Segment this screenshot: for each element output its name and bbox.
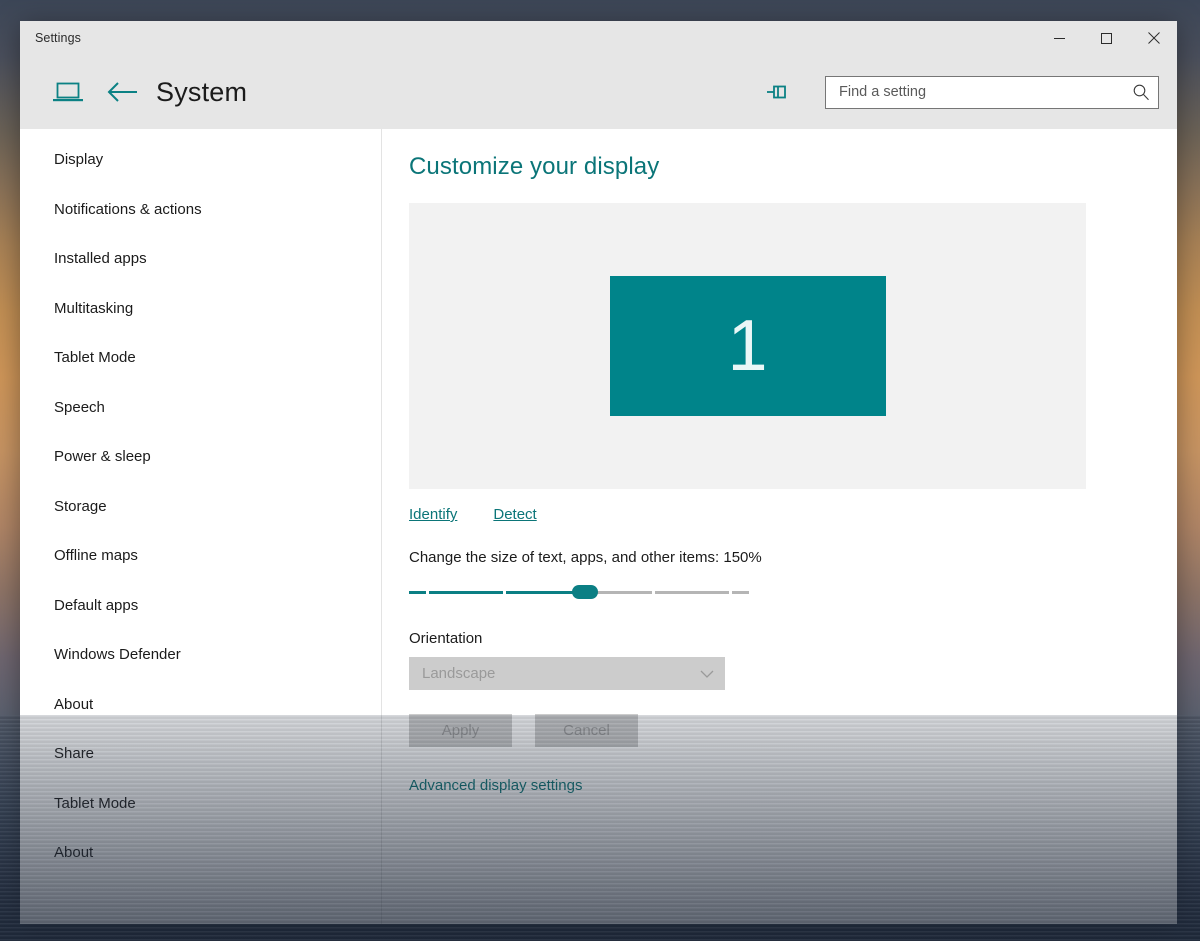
- sidebar-item-power-sleep[interactable]: Power & sleep: [20, 432, 381, 482]
- sidebar-item-label: Share: [54, 745, 95, 763]
- page-header: System: [20, 55, 1177, 129]
- minimize-button[interactable]: [1036, 21, 1083, 55]
- sidebar-item-label: About: [54, 695, 94, 713]
- header-right-group: [765, 75, 1159, 109]
- sidebar-item-label: Display: [54, 151, 104, 169]
- settings-window: Settings System Find a setting Display N…: [20, 21, 1177, 924]
- laptop-icon: [52, 80, 84, 104]
- sidebar-item-label: Tablet Mode: [54, 794, 136, 812]
- window-controls: [1036, 21, 1177, 55]
- sidebar-item-label: About: [54, 844, 94, 862]
- chevron-down-icon: [699, 668, 715, 680]
- maximize-button[interactable]: [1083, 21, 1130, 55]
- sidebar-item-label: Installed apps: [54, 250, 147, 268]
- orientation-label: Orientation: [409, 630, 483, 647]
- sidebar-item-windows-defender[interactable]: Windows Defender: [20, 630, 381, 680]
- sidebar-item-about[interactable]: About: [20, 680, 381, 730]
- sidebar-item-about-2[interactable]: About: [20, 828, 381, 878]
- window-titlebar: Settings: [20, 21, 1177, 55]
- scaling-label: Change the size of text, apps, and other…: [409, 549, 762, 566]
- orientation-value: Landscape: [422, 665, 496, 682]
- monitor-preview-area: 1: [409, 203, 1086, 489]
- sidebar-item-installed-apps[interactable]: Installed apps: [20, 234, 381, 284]
- pin-icon[interactable]: [765, 82, 789, 102]
- sidebar-item-label: Windows Defender: [54, 646, 181, 664]
- sidebar-item-storage[interactable]: Storage: [20, 482, 381, 532]
- search-box[interactable]: [825, 75, 1159, 109]
- sidebar-item-label: Storage: [54, 497, 107, 515]
- window-title: Settings: [35, 31, 81, 45]
- settings-content: Customize your display 1 Identify Detect…: [382, 129, 1177, 924]
- slider-thumb[interactable]: [572, 585, 598, 599]
- window-body: Display Notifications & actions Installe…: [20, 129, 1177, 924]
- search-icon[interactable]: [1132, 83, 1150, 101]
- apply-button[interactable]: Apply: [409, 714, 512, 747]
- sidebar-item-display[interactable]: Display: [20, 135, 381, 185]
- sidebar-item-notifications-actions[interactable]: Notifications & actions: [20, 185, 381, 235]
- sidebar-item-offline-maps[interactable]: Offline maps: [20, 531, 381, 581]
- sidebar-item-tablet-mode[interactable]: Tablet Mode: [20, 333, 381, 383]
- minimize-icon: [1054, 37, 1065, 39]
- close-icon: [1147, 32, 1160, 44]
- monitor-action-links: Identify Detect: [409, 506, 1177, 523]
- sidebar-item-label: Tablet Mode: [54, 349, 136, 367]
- cancel-button[interactable]: Cancel: [535, 714, 638, 747]
- sidebar-item-speech[interactable]: Speech: [20, 383, 381, 433]
- desktop-wallpaper: Settings System Find a setting Display N…: [0, 0, 1200, 941]
- sidebar-item-label: Power & sleep: [54, 448, 151, 466]
- maximize-icon: [1101, 32, 1112, 44]
- advanced-display-settings-link[interactable]: Advanced display settings: [409, 777, 582, 794]
- scaling-slider[interactable]: [409, 583, 749, 603]
- settings-sidebar: Display Notifications & actions Installe…: [20, 129, 382, 924]
- search-input[interactable]: [839, 84, 1128, 100]
- sidebar-item-share[interactable]: Share: [20, 729, 381, 779]
- sidebar-item-label: Notifications & actions: [54, 200, 202, 218]
- page-title: Customize your display: [409, 153, 660, 180]
- monitor-tile-1[interactable]: 1: [609, 276, 886, 416]
- page-title-header: System: [156, 76, 248, 107]
- sidebar-item-label: Speech: [54, 398, 105, 416]
- orientation-dropdown[interactable]: Landscape: [409, 657, 725, 690]
- sidebar-item-default-apps[interactable]: Default apps: [20, 581, 381, 631]
- sidebar-item-multitasking[interactable]: Multitasking: [20, 284, 381, 334]
- back-button[interactable]: [106, 81, 140, 103]
- action-buttons: Apply Cancel: [409, 714, 1177, 747]
- close-button[interactable]: [1130, 21, 1177, 55]
- sidebar-item-label: Default apps: [54, 596, 139, 614]
- sidebar-item-tablet-mode-2[interactable]: Tablet Mode: [20, 779, 381, 829]
- identify-link[interactable]: Identify: [409, 506, 457, 523]
- detect-link[interactable]: Detect: [493, 506, 536, 523]
- sidebar-item-label: Multitasking: [54, 299, 134, 317]
- monitor-number-label: 1: [727, 306, 768, 386]
- sidebar-item-label: Offline maps: [54, 547, 138, 565]
